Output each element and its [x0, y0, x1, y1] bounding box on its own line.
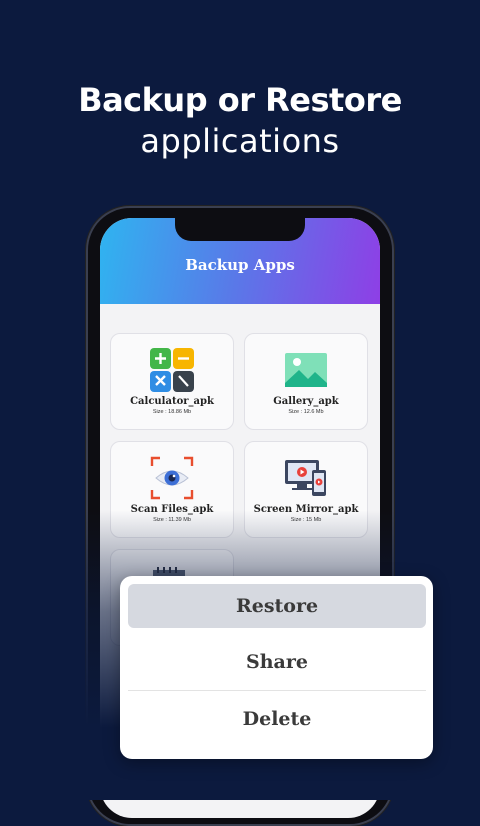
app-name: Scan Files_apk: [130, 504, 214, 515]
share-option[interactable]: Share: [128, 640, 426, 684]
app-card-screen-mirror[interactable]: Screen Mirror_apk Size : 15 Mb: [244, 441, 368, 538]
scan-eye-icon: [150, 456, 194, 500]
app-name: Gallery_apk: [273, 396, 339, 407]
app-card-calculator[interactable]: Calculator_apk Size : 18.86 Mb: [110, 333, 234, 430]
action-sheet: Restore Share Delete: [120, 576, 433, 759]
app-size: Size : 15 Mb: [290, 517, 322, 523]
app-card-scan-files[interactable]: Scan Files_apk Size : 11.39 Mb: [110, 441, 234, 538]
restore-option[interactable]: Restore: [128, 584, 426, 628]
app-size: Size : 12.6 Mb: [288, 409, 324, 415]
app-card-gallery[interactable]: Gallery_apk Size : 12.6 Mb: [244, 333, 368, 430]
app-title: Backup Apps: [185, 256, 295, 274]
gallery-icon: [285, 353, 327, 387]
app-size: Size : 11.39 Mb: [153, 517, 191, 523]
app-name: Screen Mirror_apk: [253, 504, 359, 515]
app-size: Size : 18.86 Mb: [152, 409, 192, 415]
promo-headline: Backup or Restore applications: [0, 80, 480, 162]
phone-notch: [175, 218, 305, 241]
app-name: Calculator_apk: [130, 396, 214, 407]
headline-subtitle: applications: [140, 122, 340, 160]
screen-mirror-icon: [285, 460, 326, 496]
delete-option[interactable]: Delete: [128, 697, 426, 741]
headline-title: Backup or Restore: [78, 81, 402, 119]
menu-divider: [128, 690, 426, 691]
calculator-icon: [150, 348, 194, 392]
